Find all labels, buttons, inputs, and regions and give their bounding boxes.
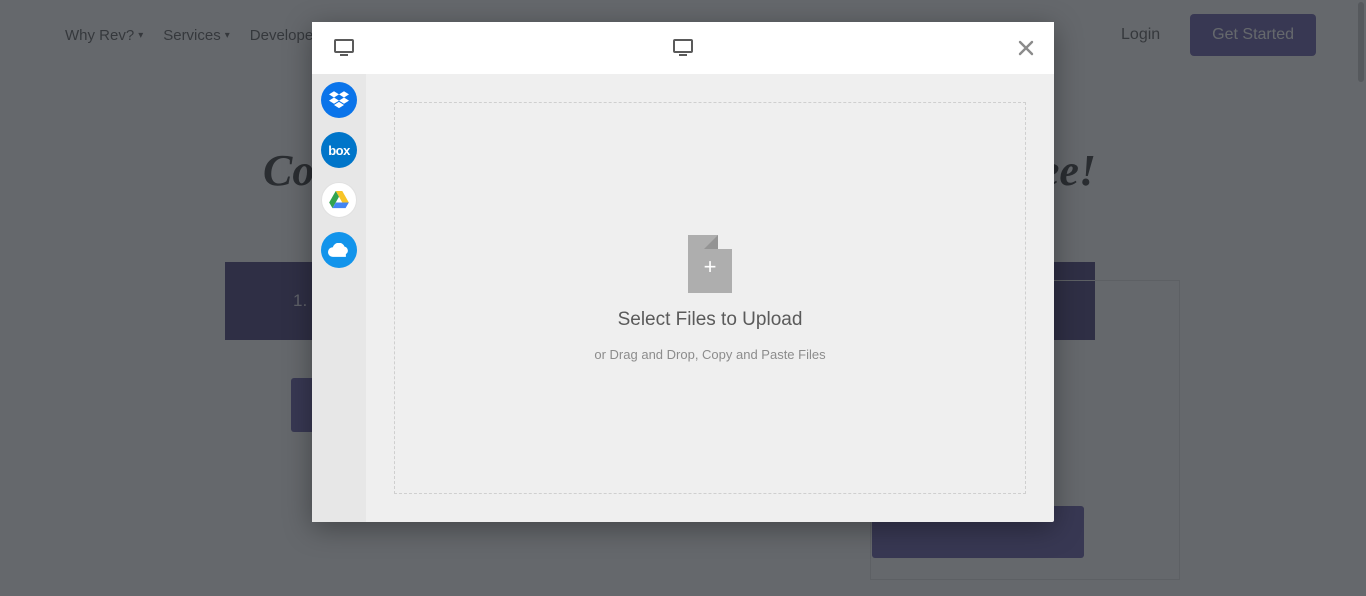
dropzone-area: + Select Files to Upload or Drag and Dro…	[366, 74, 1054, 522]
dropzone-subtitle: or Drag and Drop, Copy and Paste Files	[594, 347, 825, 362]
cloud-sources-rail: box	[312, 74, 366, 522]
file-dropzone[interactable]: + Select Files to Upload or Drag and Dro…	[394, 102, 1026, 494]
source-onedrive[interactable]	[321, 232, 357, 268]
modal-body: box + Select Files to Upload or Drag and…	[312, 74, 1054, 522]
file-add-icon: +	[688, 235, 732, 293]
modal-header	[312, 22, 1054, 74]
source-google-drive[interactable]	[321, 182, 357, 218]
dropzone-title: Select Files to Upload	[618, 309, 803, 331]
source-dropbox[interactable]	[321, 82, 357, 118]
file-picker-modal: box + Select Files to Upload or Drag and…	[312, 22, 1054, 522]
source-box[interactable]: box	[321, 132, 357, 168]
device-source-icon[interactable]	[673, 39, 693, 57]
device-icon[interactable]	[334, 39, 354, 57]
close-button[interactable]	[1012, 34, 1040, 62]
